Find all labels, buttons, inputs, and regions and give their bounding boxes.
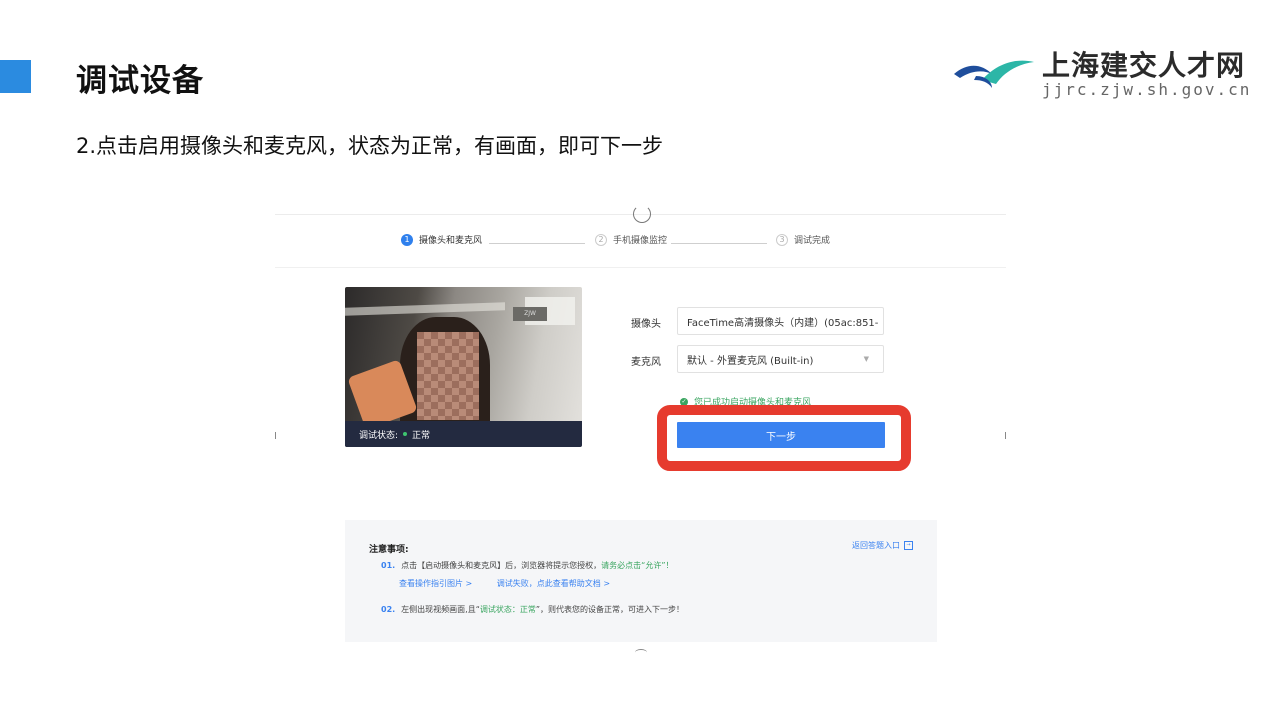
highlight-box: [657, 405, 911, 471]
status-label: 调试状态:: [359, 430, 399, 441]
step-3: 3 调试完成: [776, 233, 830, 246]
bird-logo-icon: [954, 60, 1034, 88]
status-value: 正常: [412, 430, 431, 441]
exit-icon: →: [904, 541, 913, 550]
status-dot-icon: [403, 432, 408, 436]
notice-title: 注意事项:: [369, 545, 409, 555]
guide-link[interactable]: 查看操作指引图片 >: [399, 579, 472, 588]
back-link-text: 返回答题入口: [852, 541, 900, 550]
step-number: 2: [595, 233, 607, 246]
notice-item-1: 01. 点击【启动摄像头和麦克风】后，浏览器将提示您授权，请务必点击“允许”！: [381, 560, 673, 571]
mic-select[interactable]: 默认 - 外置麦克风 (Built-in) ▼: [677, 345, 884, 373]
item-emphasis: 调试状态：正常: [479, 605, 536, 614]
video-preview: ZJW 调试状态: 正常: [345, 287, 582, 447]
notice-panel: 注意事项: 返回答题入口 → 01. 点击【启动摄像头和麦克风】后，浏览器将提示您…: [345, 520, 937, 642]
mic-label: 麦克风: [631, 357, 661, 368]
step-connector: [671, 243, 767, 244]
accent-bar: [0, 60, 31, 93]
pixelated-face: [417, 332, 479, 420]
camera-label: 摄像头: [631, 319, 661, 330]
item-number: 01.: [381, 561, 396, 570]
step-label: 摄像头和麦克风: [419, 236, 483, 246]
step-label: 调试完成: [794, 236, 831, 246]
logo-url: jjrc.zjw.sh.gov.cn: [1042, 80, 1252, 99]
loading-arc-icon: [633, 205, 651, 223]
notice-links: 查看操作指引图片 > 调试失败，点此查看帮助文档 >: [399, 578, 632, 589]
item-number: 02.: [381, 605, 396, 614]
video-status-bar: 调试状态: 正常: [345, 421, 582, 447]
step-1: 1 摄像头和麦克风: [401, 233, 482, 246]
chevron-down-icon: ▼: [863, 355, 869, 363]
item-text: ”，则代表您的设备正常，可进入下一步！: [535, 605, 685, 614]
step-label: 手机摄像监控: [613, 236, 668, 246]
step-number: 3: [776, 233, 788, 246]
video-sign: ZJW: [513, 307, 547, 321]
logo: 上海建交人才网 jjrc.zjw.sh.gov.cn: [952, 44, 1252, 104]
logo-name: 上海建交人才网: [1042, 49, 1246, 82]
step-connector: [489, 243, 585, 244]
notice-item-2: 02. 左侧出现视频画面,且“调试状态：正常”，则代表您的设备正常，可进入下一步！: [381, 604, 684, 615]
loading-arc-icon: [635, 649, 647, 656]
slide-title: 调试设备: [76, 63, 204, 99]
edge-tick: [1005, 432, 1006, 439]
item-text: 左侧出现视频画面,且“: [401, 605, 480, 614]
edge-tick: [275, 432, 276, 439]
instruction-text: 2.点击启用摄像头和麦克风，状态为正常，有画面，即可下一步: [76, 134, 664, 158]
divider: [275, 267, 1006, 268]
step-indicator: 1 摄像头和麦克风 2 手机摄像监控 3 调试完成: [275, 233, 1006, 253]
item-text: 点击【启动摄像头和麦克风】后，浏览器将提示您授权，: [401, 561, 602, 570]
mic-value: 默认 - 外置麦克风 (Built-in): [687, 355, 814, 367]
step-number: 1: [401, 233, 413, 246]
back-to-entry-link[interactable]: 返回答题入口 →: [852, 540, 913, 551]
item-emphasis: 请务必点击“允许”！: [601, 561, 674, 570]
camera-select[interactable]: FaceTime高清摄像头（内建）(05ac:851-: [677, 307, 884, 335]
help-link[interactable]: 调试失败，点此查看帮助文档 >: [497, 579, 610, 588]
step-2: 2 手机摄像监控: [595, 233, 667, 246]
